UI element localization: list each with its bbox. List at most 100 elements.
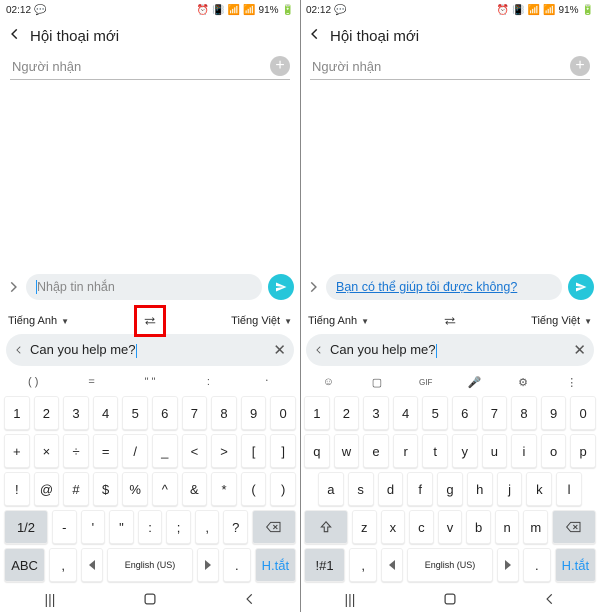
- gif-icon[interactable]: GIF: [401, 378, 450, 387]
- key-backspace[interactable]: [552, 510, 596, 544]
- message-input[interactable]: Nhập tin nhắn: [26, 274, 262, 300]
- key-v[interactable]: v: [438, 510, 463, 544]
- key-period[interactable]: .: [223, 548, 251, 582]
- key-/[interactable]: /: [122, 434, 148, 468]
- key-l[interactable]: l: [556, 472, 582, 506]
- key-9[interactable]: 9: [541, 396, 567, 430]
- key-$[interactable]: $: [93, 472, 119, 506]
- key-][interactable]: ]: [270, 434, 296, 468]
- key-4[interactable]: 4: [93, 396, 119, 430]
- target-language[interactable]: Tiếng Việt▼: [231, 315, 292, 327]
- key-c[interactable]: c: [409, 510, 434, 544]
- nav-back[interactable]: [239, 592, 261, 607]
- key-"[interactable]: ": [109, 510, 134, 544]
- target-language[interactable]: Tiếng Việt▼: [531, 315, 592, 327]
- key-4[interactable]: 4: [393, 396, 419, 430]
- key->[interactable]: >: [211, 434, 237, 468]
- translate-input[interactable]: Can you help me?: [330, 342, 567, 358]
- key-2[interactable]: 2: [34, 396, 60, 430]
- key-period[interactable]: .: [523, 548, 551, 582]
- key-j[interactable]: j: [497, 472, 523, 506]
- suggest-colon[interactable]: :: [179, 376, 237, 388]
- swap-languages-button[interactable]: [134, 305, 166, 337]
- key-shift[interactable]: [304, 510, 348, 544]
- source-language[interactable]: Tiếng Anh▼: [308, 315, 369, 327]
- suggest-equals[interactable]: =: [62, 376, 120, 388]
- key-space[interactable]: English (US): [107, 548, 193, 582]
- key-e[interactable]: e: [363, 434, 389, 468]
- key-symbols[interactable]: !#1: [304, 548, 345, 582]
- key--[interactable]: -: [52, 510, 77, 544]
- key-f[interactable]: f: [407, 472, 433, 506]
- key-+[interactable]: +: [4, 434, 30, 468]
- key-&[interactable]: &: [182, 472, 208, 506]
- key-b[interactable]: b: [466, 510, 491, 544]
- swap-languages-button[interactable]: [439, 310, 461, 332]
- key-i[interactable]: i: [511, 434, 537, 468]
- key-<[interactable]: <: [182, 434, 208, 468]
- key-0[interactable]: 0: [270, 396, 296, 430]
- key-×[interactable]: ×: [34, 434, 60, 468]
- recipient-input[interactable]: [10, 58, 270, 75]
- key-6[interactable]: 6: [452, 396, 478, 430]
- translate-clear[interactable]: ✕: [573, 341, 586, 359]
- expand-button[interactable]: [6, 280, 20, 294]
- key-[[interactable]: [: [241, 434, 267, 468]
- key-g[interactable]: g: [437, 472, 463, 506]
- key-backspace[interactable]: [252, 510, 296, 544]
- key-;[interactable]: ;: [166, 510, 191, 544]
- translate-collapse[interactable]: [14, 345, 24, 355]
- key-lang-prev[interactable]: [381, 548, 403, 582]
- key-shortcut[interactable]: H.tắt: [255, 548, 296, 582]
- key-r[interactable]: r: [393, 434, 419, 468]
- key-shortcut[interactable]: H.tắt: [555, 548, 596, 582]
- add-recipient-button[interactable]: +: [270, 56, 290, 76]
- key-comma[interactable]: ,: [49, 548, 77, 582]
- key-=[interactable]: =: [93, 434, 119, 468]
- key-%[interactable]: %: [122, 472, 148, 506]
- key-6[interactable]: 6: [152, 396, 178, 430]
- key-)[interactable]: ): [270, 472, 296, 506]
- key-3[interactable]: 3: [63, 396, 89, 430]
- source-language[interactable]: Tiếng Anh▼: [8, 315, 69, 327]
- key-7[interactable]: 7: [182, 396, 208, 430]
- key-0[interactable]: 0: [570, 396, 596, 430]
- key-1[interactable]: 1: [4, 396, 30, 430]
- key-y[interactable]: y: [452, 434, 478, 468]
- recipient-input[interactable]: [310, 58, 570, 75]
- nav-recent[interactable]: |||: [39, 592, 61, 607]
- key-,[interactable]: ,: [195, 510, 220, 544]
- key-abc[interactable]: ABC: [4, 548, 45, 582]
- key-#[interactable]: #: [63, 472, 89, 506]
- translate-input[interactable]: Can you help me?: [30, 342, 267, 358]
- suggest-quotes[interactable]: " ": [121, 376, 179, 388]
- nav-home[interactable]: [139, 592, 161, 607]
- nav-recent[interactable]: |||: [339, 592, 361, 607]
- key-p[interactable]: p: [570, 434, 596, 468]
- key-8[interactable]: 8: [211, 396, 237, 430]
- key-÷[interactable]: ÷: [63, 434, 89, 468]
- key-:[interactable]: :: [138, 510, 163, 544]
- key-![interactable]: !: [4, 472, 30, 506]
- key-5[interactable]: 5: [122, 396, 148, 430]
- key-n[interactable]: n: [495, 510, 520, 544]
- key-t[interactable]: t: [422, 434, 448, 468]
- key-a[interactable]: a: [318, 472, 344, 506]
- key-lang-next[interactable]: [197, 548, 219, 582]
- key-_[interactable]: _: [152, 434, 178, 468]
- back-button[interactable]: [308, 27, 322, 45]
- key-s[interactable]: s: [348, 472, 374, 506]
- key-comma[interactable]: ,: [349, 548, 377, 582]
- expand-button[interactable]: [306, 280, 320, 294]
- emoji-icon[interactable]: ☺: [304, 376, 353, 388]
- key-5[interactable]: 5: [422, 396, 448, 430]
- key-'[interactable]: ': [81, 510, 106, 544]
- key-7[interactable]: 7: [482, 396, 508, 430]
- key-2[interactable]: 2: [334, 396, 360, 430]
- sticker-icon[interactable]: ▢: [353, 376, 402, 389]
- key-m[interactable]: m: [523, 510, 548, 544]
- key-q[interactable]: q: [304, 434, 330, 468]
- nav-back[interactable]: [539, 592, 561, 607]
- key-([interactable]: (: [241, 472, 267, 506]
- send-button[interactable]: [268, 274, 294, 300]
